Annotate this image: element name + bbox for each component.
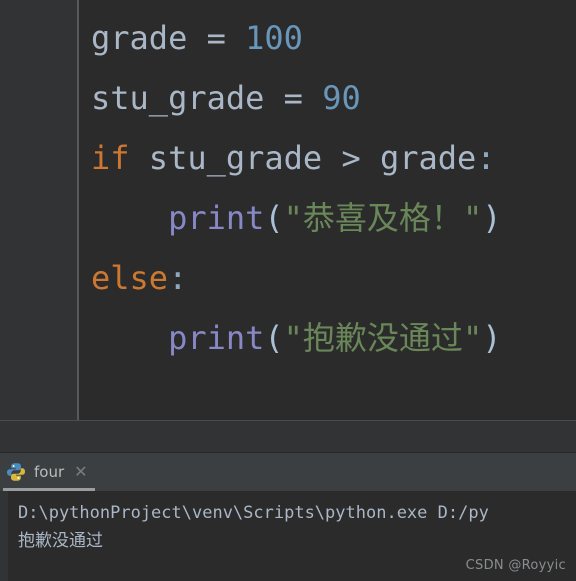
code-editor[interactable]: grade = 100 stu_grade = 90 if stu_grade > … [0,0,576,420]
code-token-op: = [283,79,303,117]
code-token-cjk: 抱歉没通过 [302,319,463,357]
code-token-fn: print [168,319,265,357]
run-tab-label: four [34,463,65,481]
code-line[interactable]: stu_grade = 90 [79,68,576,128]
code-line[interactable]: else: [79,248,576,308]
code-token-var: stu_grade [148,139,323,177]
code-token-op: > [341,139,361,177]
inspection-warning-squiggle [526,352,552,360]
code-token-var: grade [379,139,477,177]
code-token-num: 100 [245,19,303,57]
code-token-kw: else [91,259,169,297]
code-token-op: = [206,19,226,57]
code-token-colon: : [168,259,188,297]
pycharm-window: grade = 100 stu_grade = 90 if stu_grade > … [0,0,576,581]
editor-gutter[interactable] [0,0,77,420]
python-file-icon [6,462,26,482]
code-text-area[interactable]: grade = 100 stu_grade = 90 if stu_grade > … [79,0,576,420]
code-token-paren: ) [482,199,502,237]
code-token-num: 90 [322,79,361,117]
code-token-kw: if [91,139,130,177]
run-tool-window: four ✕ D:\pythonProject\venv\Scripts\pyt… [0,453,576,581]
console-line: 抱歉没通过 [18,531,103,551]
close-icon[interactable]: ✕ [74,464,87,480]
code-token-paren: ( [264,319,284,357]
code-token-fn: print [168,199,265,237]
code-token-str: " [283,199,303,237]
console-gutter [0,491,8,581]
code-token-paren: ) [482,319,502,357]
code-token-var: grade [91,19,188,57]
code-token-colon: : [476,139,496,177]
code-line[interactable]: if stu_grade > grade: [79,128,576,188]
code-token-str: " [462,319,483,357]
code-token-cjk: 恭喜及格！ [302,199,463,237]
console-line: D:\pythonProject\venv\Scripts\python.exe… [18,503,489,523]
run-tab-bar: four ✕ [0,453,576,491]
code-line[interactable]: grade = 100 [79,8,576,68]
code-token-str: " [283,319,303,357]
run-tab-four[interactable]: four ✕ [0,453,102,491]
editor-panel-divider [0,420,576,453]
code-token-paren: ( [264,199,284,237]
code-line[interactable]: print("恭喜及格！") [79,188,576,248]
console-output-panel[interactable]: D:\pythonProject\venv\Scripts\python.exe… [0,491,576,581]
code-line[interactable]: print("抱歉没通过") [79,308,576,368]
watermark-text: CSDN @Royyic [465,558,566,573]
code-token-var: stu_grade [91,79,265,117]
code-token-str: " [462,199,483,237]
